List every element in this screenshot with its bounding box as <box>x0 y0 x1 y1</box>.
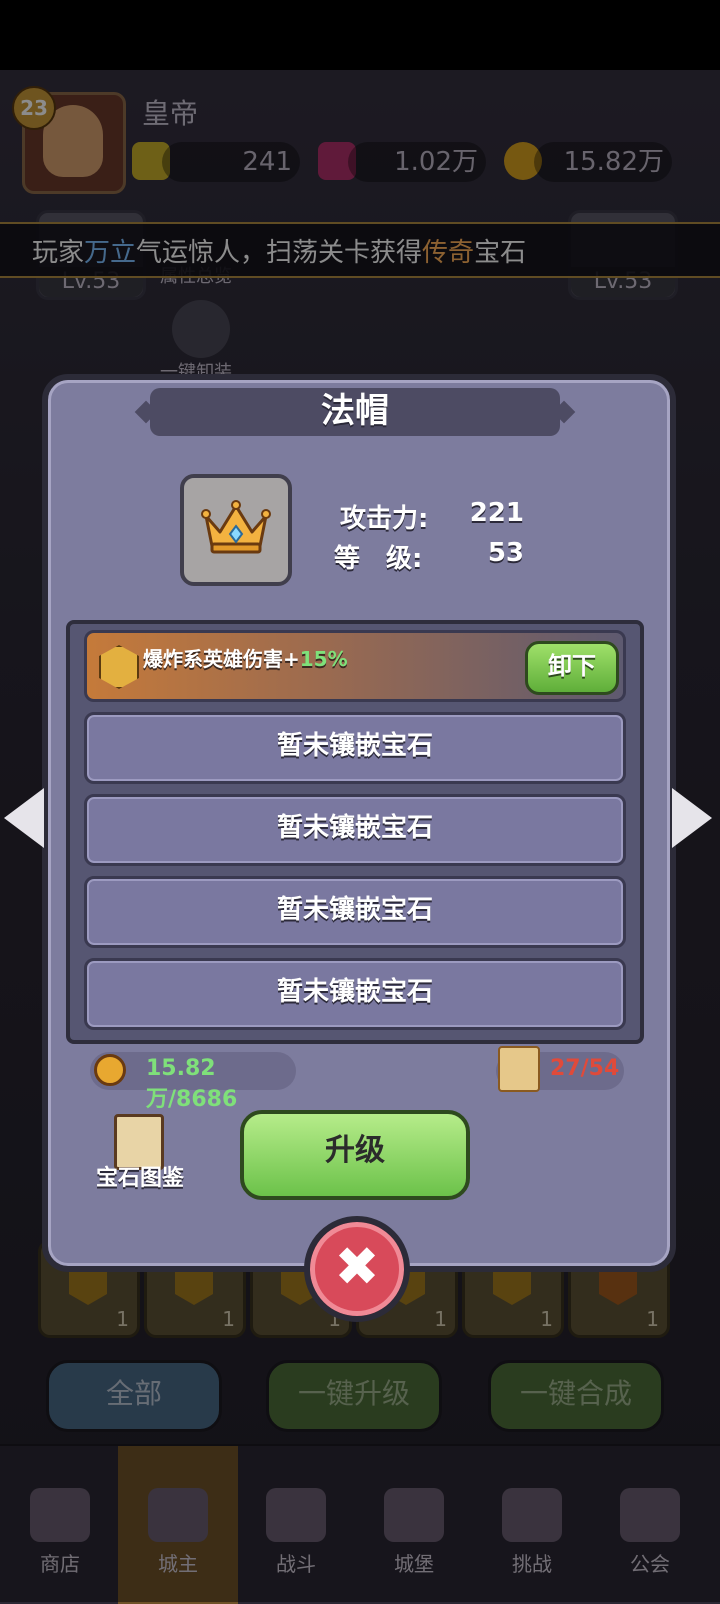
scroll-requirement: 27/54 <box>496 1046 624 1092</box>
gem-effect-percent: 15% <box>299 647 348 671</box>
prev-arrow-icon[interactable] <box>4 788 44 848</box>
next-arrow-icon[interactable] <box>672 788 712 848</box>
attack-label: 攻击力: <box>340 504 429 534</box>
gold-coin-icon <box>94 1054 126 1086</box>
close-icon[interactable]: ✖ <box>304 1216 410 1322</box>
upgrade-button[interactable]: 升级 <box>240 1110 470 1200</box>
gem-slot-empty[interactable]: 暂未镶嵌宝石 <box>84 958 626 1030</box>
gem-codex-label[interactable]: 宝石图鉴 <box>92 1160 188 1192</box>
crown-icon <box>201 500 271 554</box>
gem-slot-empty[interactable]: 暂未镶嵌宝石 <box>84 876 626 948</box>
upgrade-cost: 15.82万/8686 <box>90 1052 296 1112</box>
scroll-count: 27/54 <box>550 1056 620 1081</box>
gem-icon <box>99 645 139 689</box>
status-bar <box>0 0 720 70</box>
level-value: 53 <box>487 538 524 568</box>
gem-slot-equipped[interactable]: 爆炸系英雄伤害+15% 卸下 <box>84 630 626 702</box>
equipment-icon-box <box>180 474 292 586</box>
dialog-title: 法帽 <box>321 391 389 431</box>
gem-slot-empty[interactable]: 暂未镶嵌宝石 <box>84 712 626 784</box>
cost-text: 15.82万/8686 <box>146 1056 238 1112</box>
unequip-button[interactable]: 卸下 <box>525 641 619 695</box>
scroll-icon <box>498 1046 540 1092</box>
gem-slot-empty[interactable]: 暂未镶嵌宝石 <box>84 794 626 866</box>
level-label: 等 级: <box>334 544 423 574</box>
attack-value: 221 <box>469 498 524 528</box>
gem-effect-text: 爆炸系英雄伤害+15% <box>143 647 348 671</box>
